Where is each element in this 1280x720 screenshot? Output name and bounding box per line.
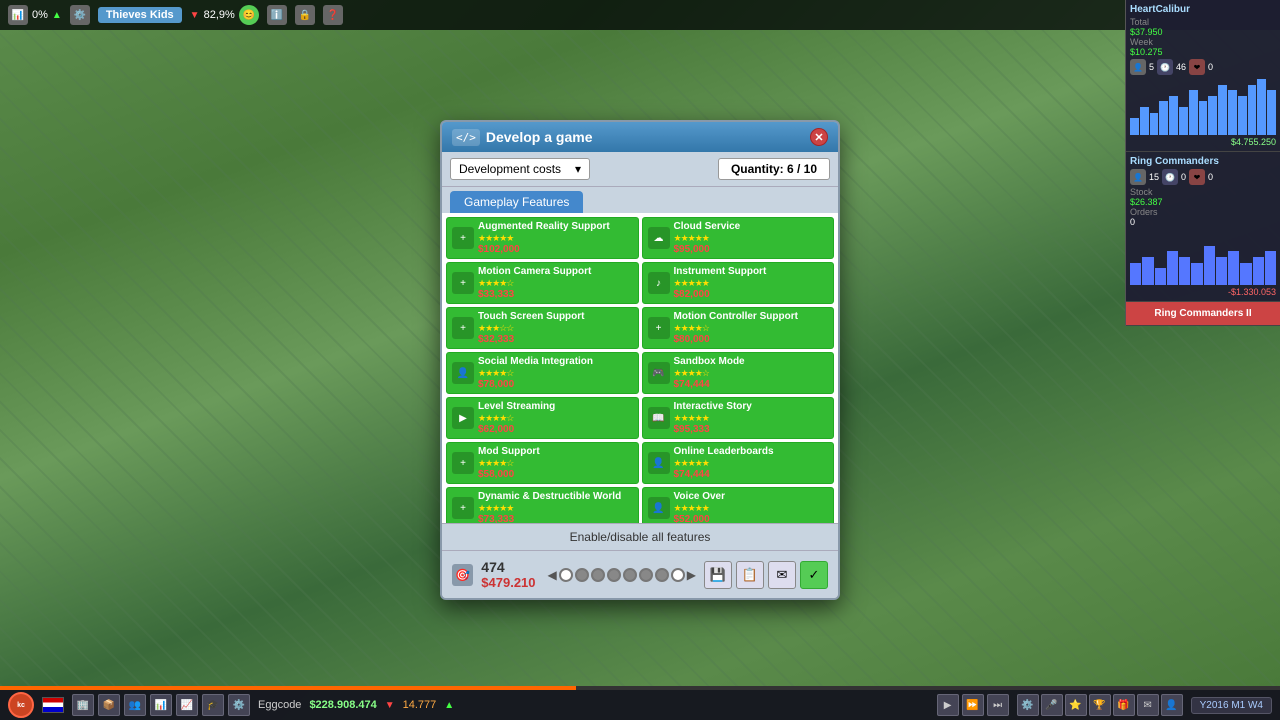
tab-gameplay-features[interactable]: Gameplay Features: [450, 191, 583, 213]
develop-game-modal: </> Develop a game ✕ Development costs ▾…: [440, 120, 840, 600]
progress-dot-3: [591, 568, 605, 582]
feature-voice-over[interactable]: 👤 Voice Over ★★★★★ $52,000: [642, 487, 835, 523]
progress-dot-5: [623, 568, 637, 582]
feature-destructible-world[interactable]: + Dynamic & Destructible World ★★★★★ $73…: [446, 487, 639, 523]
sandbox-icon: 🎮: [648, 362, 670, 384]
feature-level-streaming[interactable]: ▶ Level Streaming ★★★★☆ $62,000: [446, 397, 639, 439]
code-icon: </>: [452, 129, 480, 146]
feature-augmented-reality[interactable]: + Augmented Reality Support ★★★★★ $102,0…: [446, 217, 639, 259]
progress-dot-2: [575, 568, 589, 582]
controller-icon: +: [648, 317, 670, 339]
leaderboard-icon: 👤: [648, 452, 670, 474]
modal-title: Develop a game: [486, 129, 593, 145]
footer-money: $479.210: [481, 575, 535, 590]
points-icon: 🎯: [452, 564, 473, 586]
camera-icon: +: [452, 272, 474, 294]
cloud-icon: ☁: [648, 227, 670, 249]
modal-close-button[interactable]: ✕: [810, 128, 828, 146]
feature-sandbox[interactable]: 🎮 Sandbox Mode ★★★★☆ $74,444: [642, 352, 835, 394]
mod-icon: +: [452, 452, 474, 474]
features-list: + Augmented Reality Support ★★★★★ $102,0…: [442, 213, 838, 523]
story-icon: 📖: [648, 407, 670, 429]
modal-titlebar: </> Develop a game ✕: [442, 122, 838, 152]
world-icon: +: [452, 497, 474, 519]
feature-instrument-support[interactable]: ♪ Instrument Support ★★★★★ $82,000: [642, 262, 835, 304]
progress-dot-4: [607, 568, 621, 582]
feature-touch-screen[interactable]: + Touch Screen Support ★★★☆☆ $32,333: [446, 307, 639, 349]
progress-dot-8: [671, 568, 685, 582]
left-arrow-icon[interactable]: ◀: [548, 568, 557, 582]
touch-icon: +: [452, 317, 474, 339]
feature-motion-camera[interactable]: + Motion Camera Support ★★★★☆ $33,333: [446, 262, 639, 304]
enable-all-button[interactable]: Enable/disable all features: [442, 523, 838, 550]
feature-social-media[interactable]: 👤 Social Media Integration ★★★★☆ $78,000: [446, 352, 639, 394]
progress-dot-1: [559, 568, 573, 582]
instrument-icon: ♪: [648, 272, 670, 294]
modal-footer: 🎯 474 $479.210 ◀ ▶ 💾 📋 ✉ ✓: [442, 550, 838, 598]
feature-motion-controller[interactable]: + Motion Controller Support ★★★★☆ $80,00…: [642, 307, 835, 349]
feature-mod-support[interactable]: + Mod Support ★★★★☆ $58,000: [446, 442, 639, 484]
voice-icon: 👤: [648, 497, 670, 519]
development-costs-dropdown[interactable]: Development costs ▾: [450, 158, 590, 180]
modal-toolbar: Development costs ▾ Quantity: 6 / 10: [442, 152, 838, 187]
chevron-down-icon: ▾: [575, 162, 581, 176]
ar-icon: +: [452, 227, 474, 249]
save-button[interactable]: 💾: [704, 561, 732, 589]
modal-title-left: </> Develop a game: [452, 129, 592, 146]
progress-dot-6: [639, 568, 653, 582]
progress-dot-7: [655, 568, 669, 582]
right-arrow-icon[interactable]: ▶: [687, 568, 696, 582]
modal-tabs: Gameplay Features: [442, 187, 838, 213]
feature-interactive-story[interactable]: 📖 Interactive Story ★★★★★ $95,333: [642, 397, 835, 439]
copy-button[interactable]: 📋: [736, 561, 764, 589]
social-icon: 👤: [452, 362, 474, 384]
feature-online-leaderboards[interactable]: 👤 Online Leaderboards ★★★★★ $74,444: [642, 442, 835, 484]
streaming-icon: ▶: [452, 407, 474, 429]
footer-actions: 💾 📋 ✉ ✓: [704, 561, 828, 589]
feature-cloud-service[interactable]: ☁ Cloud Service ★★★★★ $95,000: [642, 217, 835, 259]
footer-points: 474: [481, 559, 535, 575]
mail-button[interactable]: ✉: [768, 561, 796, 589]
footer-progress: ◀ ▶: [548, 568, 696, 582]
modal-overlay: </> Develop a game ✕ Development costs ▾…: [0, 0, 1280, 720]
confirm-button[interactable]: ✓: [800, 561, 828, 589]
quantity-display: Quantity: 6 / 10: [718, 158, 830, 180]
footer-values: 474 $479.210: [481, 559, 535, 590]
